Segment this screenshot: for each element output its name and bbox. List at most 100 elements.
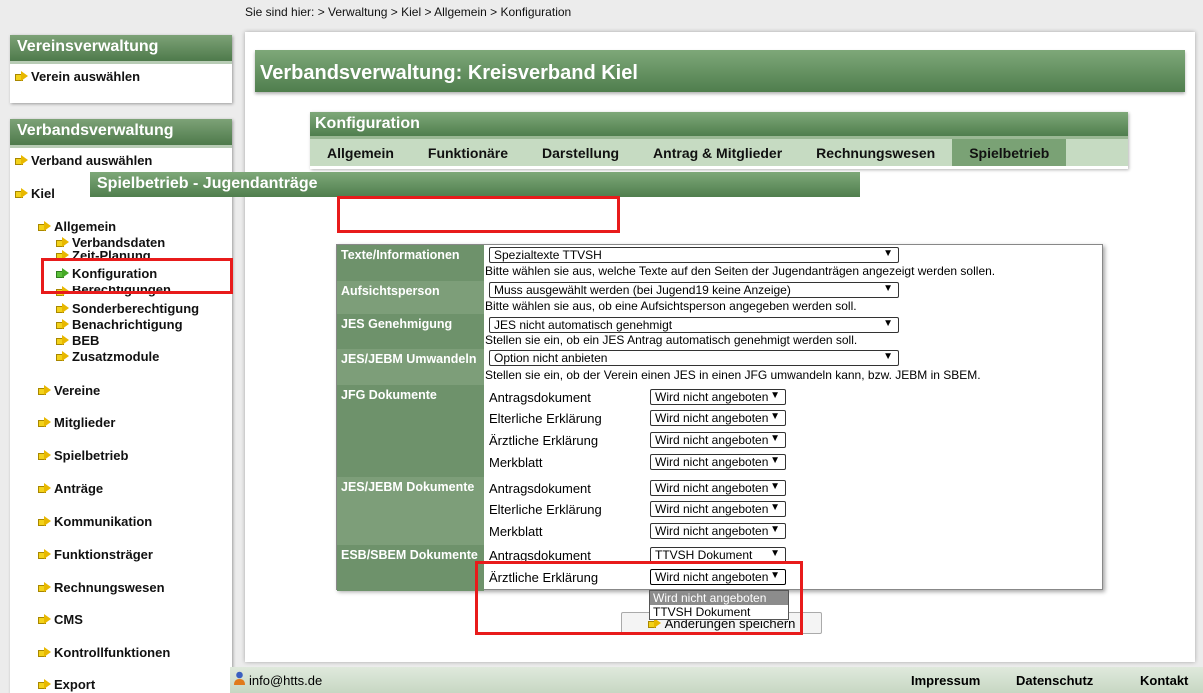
nav-export[interactable]: Export [38, 677, 95, 692]
nav-allgemein[interactable]: Allgemein [38, 219, 116, 234]
label-jes: JES Genehmigung [337, 314, 484, 349]
arrow-icon [38, 549, 51, 560]
page-title: Verbandsverwaltung: Kreisverband Kiel [255, 50, 1185, 92]
chevron-down-icon: ▼ [770, 524, 780, 535]
chevron-down-icon: ▼ [770, 481, 780, 492]
jfg-arzt-label: Ärztliche Erklärung [489, 433, 599, 448]
jfg-antrag-label: Antragsdokument [489, 390, 591, 405]
user-icon [233, 671, 246, 686]
settings-table: Texte/Informationen Spezialtexte TTVSH ▼ … [336, 244, 1103, 591]
chevron-down-icon: ▼ [770, 502, 780, 513]
verband-auswaehlen-link[interactable]: Verband auswählen [15, 153, 152, 168]
nav-kiel[interactable]: Kiel [15, 186, 55, 201]
arrow-icon [38, 483, 51, 494]
dropdown-menu: Wird nicht angeboten TTVSH Dokument [649, 590, 789, 620]
jfg-antrag-select[interactable]: Wird nicht angeboten ▼ [650, 389, 786, 405]
jes-hint: Stellen sie ein, ob ein JES Antrag autom… [485, 333, 858, 347]
jesjebm-antrag-label: Antragsdokument [489, 481, 591, 496]
tab-spielbetrieb[interactable]: Spielbetrieb [952, 139, 1067, 166]
arrow-icon [38, 221, 51, 232]
jesjebm-eltern-select[interactable]: Wird nicht angeboten ▼ [650, 501, 786, 517]
verein-auswaehlen-link[interactable]: Verein auswählen [15, 69, 140, 84]
chevron-down-icon: ▼ [770, 390, 780, 401]
texte-hint: Bitte wählen sie aus, welche Texte auf d… [485, 264, 996, 278]
aufsicht-select[interactable]: Muss ausgewählt werden (bei Jugend19 kei… [489, 282, 899, 298]
label-umwandeln: JES/JEBM Umwandeln [337, 349, 484, 385]
nav-verbandsdaten[interactable]: Verbandsdaten [56, 235, 165, 250]
umwandeln-hint: Stellen sie ein, ob der Verein einen JES… [485, 368, 981, 382]
vereinsverwaltung-title: Vereinsverwaltung [10, 35, 232, 64]
chevron-down-icon: ▼ [883, 248, 893, 259]
arrow-icon [56, 303, 69, 314]
label-jfg: JFG Dokumente [337, 385, 484, 477]
arrow-icon [38, 679, 51, 690]
label-aufsicht: Aufsichtsperson [337, 281, 484, 314]
jfg-arzt-select[interactable]: Wird nicht angeboten ▼ [650, 432, 786, 448]
jesjebm-antrag-select[interactable]: Wird nicht angeboten ▼ [650, 480, 786, 496]
nav-antraege[interactable]: Anträge [38, 481, 103, 496]
arrow-icon [56, 351, 69, 362]
nav-funktionstraeger[interactable]: Funktionsträger [38, 547, 153, 562]
texte-select[interactable]: Spezialtexte TTVSH ▼ [489, 247, 899, 263]
nav-kommunikation[interactable]: Kommunikation [38, 514, 152, 529]
config-tabs: Allgemein Funktionäre Darstellung Antrag… [310, 136, 1128, 166]
jfg-eltern-label: Elterliche Erklärung [489, 411, 602, 426]
label-texte: Texte/Informationen [337, 245, 484, 281]
verbandsverwaltung-title: Verbandsverwaltung [10, 119, 232, 148]
chevron-down-icon: ▼ [770, 411, 780, 422]
dropdown-option-ttvsh[interactable]: TTVSH Dokument [650, 605, 788, 619]
nav-zusatzmodule[interactable]: Zusatzmodule [56, 349, 159, 364]
footer-datenschutz[interactable]: Datenschutz [1016, 673, 1093, 688]
tab-antrag-mitglieder[interactable]: Antrag & Mitglieder [636, 139, 799, 166]
arrow-icon [38, 614, 51, 625]
jfg-merk-label: Merkblatt [489, 455, 543, 470]
tab-funktionaere[interactable]: Funktionäre [411, 139, 525, 166]
jfg-eltern-select[interactable]: Wird nicht angeboten ▼ [650, 410, 786, 426]
arrow-icon [56, 319, 69, 330]
nav-spielbetrieb[interactable]: Spielbetrieb [38, 448, 128, 463]
chevron-down-icon: ▼ [883, 318, 893, 329]
tab-rechnungswesen[interactable]: Rechnungswesen [799, 139, 952, 166]
nav-mitglieder[interactable]: Mitglieder [38, 415, 115, 430]
arrow-icon [38, 450, 51, 461]
arrow-icon [56, 237, 69, 248]
jesjebm-merk-label: Merkblatt [489, 524, 543, 539]
label-jesjebm: JES/JEBM Dokumente [337, 477, 484, 545]
arrow-icon [38, 385, 51, 396]
nav-kontrollfunktionen[interactable]: Kontrollfunktionen [38, 645, 170, 660]
footer-impressum[interactable]: Impressum [911, 673, 980, 688]
arrow-icon [15, 188, 28, 199]
jesjebm-eltern-label: Elterliche Erklärung [489, 502, 602, 517]
dropdown-option-none[interactable]: Wird nicht angeboten [650, 591, 788, 605]
section-title: Spielbetrieb - Jugendanträge [90, 172, 860, 197]
footer-email[interactable]: info@htts.de [249, 673, 322, 688]
jes-select[interactable]: JES nicht automatisch genehmigt ▼ [489, 317, 899, 333]
footer-kontakt[interactable]: Kontakt [1140, 673, 1188, 688]
nav-cms[interactable]: CMS [38, 612, 83, 627]
breadcrumb: Sie sind hier: > Verwaltung > Kiel > All… [245, 5, 572, 19]
highlight-box-nav [41, 258, 233, 294]
tab-darstellung[interactable]: Darstellung [525, 139, 636, 166]
nav-vereine[interactable]: Vereine [38, 383, 100, 398]
nav-benachrichtigung[interactable]: Benachrichtigung [56, 317, 183, 332]
label-esb: ESB/SBEM Dokumente [337, 545, 484, 591]
arrow-icon [38, 417, 51, 428]
nav-beb[interactable]: BEB [56, 333, 99, 348]
arrow-icon [38, 582, 51, 593]
chevron-down-icon: ▼ [883, 351, 893, 362]
arrow-icon [38, 647, 51, 658]
verbandsverwaltung-panel: Verbandsverwaltung [10, 119, 232, 693]
chevron-down-icon: ▼ [770, 433, 780, 444]
chevron-down-icon: ▼ [883, 283, 893, 294]
highlight-box-section [337, 196, 620, 233]
arrow-icon [15, 71, 28, 82]
config-panel: Konfiguration Allgemein Funktionäre Dars… [310, 112, 1128, 169]
nav-rechnungswesen[interactable]: Rechnungswesen [38, 580, 165, 595]
umwandeln-select[interactable]: Option nicht anbieten ▼ [489, 350, 899, 366]
jesjebm-merk-select[interactable]: Wird nicht angeboten ▼ [650, 523, 786, 539]
config-title: Konfiguration [310, 112, 1128, 136]
jfg-merk-select[interactable]: Wird nicht angeboten ▼ [650, 454, 786, 470]
nav-sonderberechtigung[interactable]: Sonderberechtigung [56, 301, 199, 316]
tab-allgemein[interactable]: Allgemein [310, 139, 411, 166]
arrow-icon [15, 155, 28, 166]
